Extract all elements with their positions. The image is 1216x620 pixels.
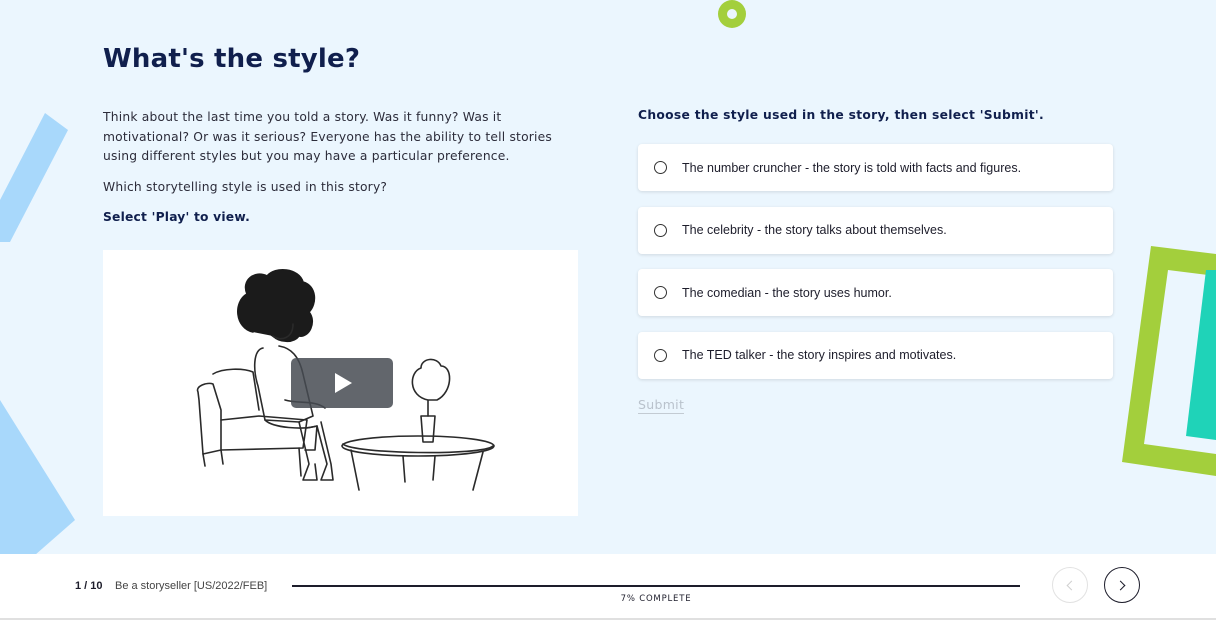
- option-number-cruncher[interactable]: The number cruncher - the story is told …: [638, 144, 1113, 191]
- intro-question: Which storytelling style is used in this…: [103, 179, 388, 194]
- chevron-right-icon: [1115, 580, 1126, 590]
- decor-green-square: [1122, 246, 1216, 476]
- decor-blue-chevron-shapes: [0, 113, 75, 555]
- option-label: The celebrity - the story talks about th…: [682, 223, 947, 237]
- progress-bar: [292, 585, 1020, 587]
- option-label: The TED talker - the story inspires and …: [682, 348, 957, 362]
- page-counter: 1 / 10: [75, 580, 103, 592]
- decor-green-ring: [718, 0, 746, 28]
- play-button[interactable]: [291, 358, 393, 408]
- chevron-left-icon: [1066, 580, 1077, 590]
- radio-button[interactable]: [654, 223, 667, 237]
- previous-button[interactable]: [1052, 567, 1088, 603]
- option-label: The number cruncher - the story is told …: [682, 160, 1022, 175]
- radio-button[interactable]: [654, 286, 667, 299]
- video-player[interactable]: [103, 250, 578, 516]
- page-title: What's the style?: [103, 44, 361, 74]
- quiz-panel: Choose the style used in the story, then…: [638, 108, 1113, 414]
- option-ted-talker[interactable]: The TED talker - the story inspires and …: [638, 331, 1113, 379]
- radio-button[interactable]: [654, 348, 667, 362]
- option-celebrity[interactable]: The celebrity - the story talks about th…: [638, 206, 1113, 254]
- progress-label: 7% COMPLETE: [620, 594, 692, 604]
- course-title: Be a storyseller [US/2022/FEB]: [115, 580, 268, 592]
- submit-button[interactable]: Submit: [638, 397, 685, 414]
- play-instruction: Select 'Play' to view.: [103, 210, 250, 224]
- radio-button[interactable]: [654, 161, 667, 174]
- next-button[interactable]: [1104, 567, 1140, 603]
- intro-paragraph: Think about the last time you told a sto…: [103, 110, 553, 163]
- intro-text: Think about the last time you told a sto…: [103, 108, 581, 239]
- quiz-prompt: Choose the style used in the story, then…: [638, 108, 1044, 122]
- footer-bar: 1 / 10 Be a storyseller [US/2022/FEB] 7%…: [0, 554, 1216, 620]
- option-comedian[interactable]: The comedian - the story uses humor.: [638, 269, 1113, 316]
- option-label: The comedian - the story uses humor.: [682, 285, 892, 300]
